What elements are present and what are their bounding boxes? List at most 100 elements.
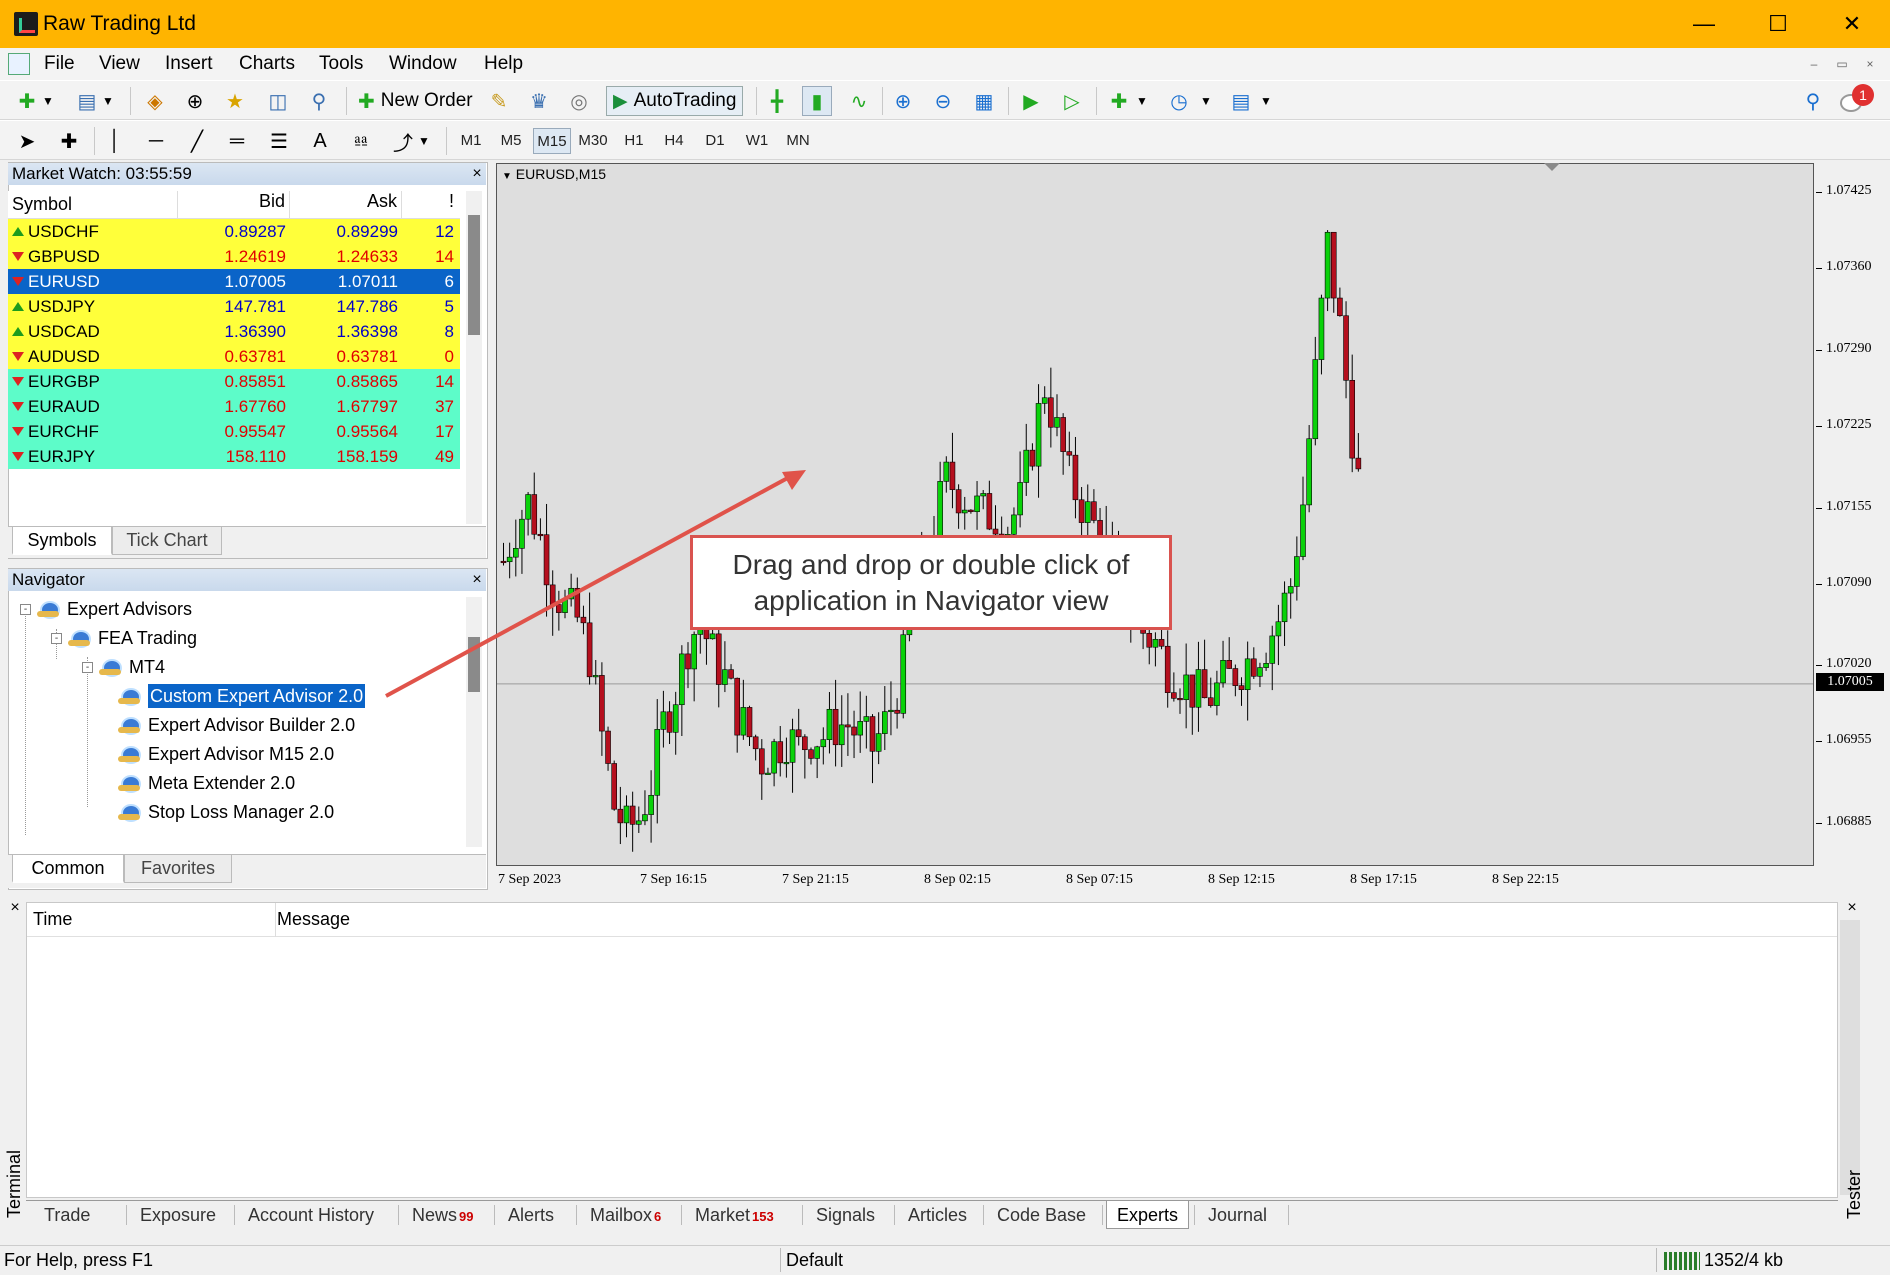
horizontal-line-icon[interactable]: ─ bbox=[141, 126, 171, 156]
periods-dropdown-icon[interactable]: ▼ bbox=[1198, 86, 1214, 116]
terminal-tab[interactable]: Alerts bbox=[498, 1201, 564, 1229]
indicators-dropdown-icon[interactable]: ▼ bbox=[1134, 86, 1150, 116]
terminal-tab[interactable]: Exposure bbox=[130, 1201, 226, 1229]
autotrading-button[interactable]: ▶ AutoTrading bbox=[606, 86, 744, 116]
mdi-minimize-button[interactable]: – bbox=[1803, 54, 1825, 74]
terminal-tab[interactable]: Experts bbox=[1106, 1201, 1190, 1229]
fibonacci-icon[interactable]: ☰ bbox=[264, 126, 294, 156]
column-symbol[interactable]: Symbol bbox=[8, 191, 178, 218]
profiles-dropdown-icon[interactable]: ▼ bbox=[100, 86, 116, 116]
zoom-out-icon[interactable]: ⊖ bbox=[928, 86, 958, 116]
market-watch-row[interactable]: EURAUD 1.67760 1.67797 37 bbox=[8, 394, 460, 419]
market-watch-close-button[interactable]: × bbox=[468, 165, 486, 183]
vertical-line-icon[interactable]: │ bbox=[100, 126, 130, 156]
terminal-close-button[interactable]: × bbox=[6, 899, 24, 917]
market-watch-row[interactable]: GBPUSD 1.24619 1.24633 14 bbox=[8, 244, 460, 269]
column-message[interactable]: Message bbox=[277, 909, 350, 930]
market-watch-row[interactable]: USDCAD 1.36390 1.36398 8 bbox=[8, 319, 460, 344]
terminal-tab[interactable]: Account History bbox=[238, 1201, 384, 1229]
navigator-expert-item[interactable]: Custom Expert Advisor 2.0 bbox=[118, 683, 367, 709]
market-watch-row[interactable]: EURCHF 0.95547 0.95564 17 bbox=[8, 419, 460, 444]
terminal-tab[interactable]: Trade bbox=[34, 1201, 100, 1229]
new-chart-dropdown-icon[interactable]: ▼ bbox=[40, 86, 56, 116]
menu-view[interactable]: View bbox=[99, 53, 140, 75]
bar-chart-icon[interactable]: ╋ bbox=[762, 86, 792, 116]
crosshair-icon[interactable]: ✚ bbox=[54, 126, 84, 156]
tab-common[interactable]: Common bbox=[12, 855, 124, 883]
terminal-tab[interactable]: Mailbox 6 bbox=[580, 1201, 671, 1229]
terminal-scrollbar[interactable] bbox=[1840, 920, 1860, 1195]
connection-status-icon[interactable] bbox=[1664, 1252, 1700, 1270]
market-watch-row[interactable]: USDCHF 0.89287 0.89299 12 bbox=[8, 219, 460, 244]
navigator-folder[interactable]: - FEA Trading bbox=[51, 626, 197, 650]
tab-favorites[interactable]: Favorites bbox=[124, 855, 232, 883]
navigator-folder[interactable]: - Expert Advisors bbox=[20, 597, 192, 621]
mdi-restore-button[interactable]: ▭ bbox=[1831, 54, 1853, 74]
collapse-toggle-icon[interactable]: - bbox=[20, 603, 31, 615]
new-chart-icon[interactable]: ✚ bbox=[12, 86, 42, 116]
chart-shift-marker[interactable] bbox=[1544, 163, 1560, 171]
navigator-expert-item[interactable]: Meta Extender 2.0 bbox=[118, 771, 295, 795]
timeframe-h4[interactable]: H4 bbox=[659, 128, 689, 154]
zoom-in-icon[interactable]: ⊕ bbox=[888, 86, 918, 116]
equidistant-channel-icon[interactable]: ═ bbox=[222, 126, 252, 156]
navigator-folder[interactable]: - MT4 bbox=[82, 655, 165, 679]
minimize-button[interactable]: — bbox=[1667, 0, 1741, 48]
candlesticks-icon[interactable]: ▮ bbox=[802, 86, 832, 116]
close-window-button[interactable]: ✕ bbox=[1815, 0, 1889, 48]
market-watch-icon[interactable]: ◈ bbox=[140, 86, 170, 116]
navigator-expert-item[interactable]: Expert Advisor Builder 2.0 bbox=[118, 713, 355, 737]
timeframe-h1[interactable]: H1 bbox=[619, 128, 649, 154]
tab-tick-chart[interactable]: Tick Chart bbox=[112, 527, 222, 555]
metaeditor-icon[interactable]: ✎ bbox=[484, 86, 514, 116]
column-ask[interactable]: Ask bbox=[290, 191, 402, 218]
vps-icon[interactable]: ◎ bbox=[564, 86, 594, 116]
text-icon[interactable]: A bbox=[305, 126, 335, 156]
notifications-button[interactable]: 1 bbox=[1840, 84, 1874, 116]
menu-help[interactable]: Help bbox=[484, 53, 523, 75]
tester-close-button[interactable]: × bbox=[1843, 899, 1861, 917]
cursor-icon[interactable]: ➤ bbox=[12, 126, 42, 156]
auto-scroll-icon[interactable]: ▷ bbox=[1057, 86, 1087, 116]
navigator-expert-item[interactable]: Expert Advisor M15 2.0 bbox=[118, 742, 334, 766]
terminal-tab[interactable]: News 99 bbox=[402, 1201, 483, 1229]
terminal-tab[interactable]: Code Base bbox=[987, 1201, 1096, 1229]
navigator-expert-item[interactable]: Stop Loss Manager 2.0 bbox=[118, 800, 334, 824]
search-icon[interactable]: ⚲ bbox=[1798, 86, 1828, 116]
timeframe-m15[interactable]: M15 bbox=[533, 128, 571, 154]
terminal-tab[interactable]: Market 153 bbox=[685, 1201, 784, 1229]
maximize-button[interactable]: ☐ bbox=[1741, 0, 1815, 48]
templates-icon[interactable]: ▤ bbox=[1226, 86, 1256, 116]
text-label-icon[interactable]: ⎂ bbox=[346, 126, 376, 156]
mdi-chart-icon[interactable] bbox=[8, 53, 30, 75]
trendline-icon[interactable]: ╱ bbox=[182, 126, 212, 156]
market-watch-row[interactable]: EURUSD 1.07005 1.07011 6 bbox=[8, 269, 460, 294]
collapse-toggle-icon[interactable]: - bbox=[51, 632, 62, 644]
profiles-icon[interactable]: ▤ bbox=[72, 86, 102, 116]
terminal-tab[interactable]: Articles bbox=[898, 1201, 977, 1229]
menu-window[interactable]: Window bbox=[389, 53, 457, 75]
templates-dropdown-icon[interactable]: ▼ bbox=[1258, 86, 1274, 116]
timeframe-m5[interactable]: M5 bbox=[496, 128, 526, 154]
data-window-icon[interactable]: ⊕ bbox=[180, 86, 210, 116]
collapse-toggle-icon[interactable]: - bbox=[82, 661, 93, 673]
timeframe-m30[interactable]: M30 bbox=[574, 128, 612, 154]
terminal-tab[interactable]: Journal bbox=[1198, 1201, 1277, 1229]
line-chart-icon[interactable]: ∿ bbox=[844, 86, 874, 116]
tab-symbols[interactable]: Symbols bbox=[12, 527, 112, 555]
tester-side-label[interactable]: Tester bbox=[1844, 1170, 1865, 1219]
scrollbar-thumb[interactable] bbox=[468, 215, 480, 335]
terminal-tab[interactable]: Signals bbox=[806, 1201, 885, 1229]
periods-icon[interactable]: ◷ bbox=[1164, 86, 1194, 116]
strategy-tester-icon[interactable]: ⚲ bbox=[304, 86, 334, 116]
chart-shift-icon[interactable]: ▶ bbox=[1016, 86, 1046, 116]
tile-windows-icon[interactable]: ▦ bbox=[969, 86, 999, 116]
column-spread[interactable]: ! bbox=[402, 191, 460, 218]
menu-insert[interactable]: Insert bbox=[165, 53, 213, 75]
timeframe-w1[interactable]: W1 bbox=[742, 128, 772, 154]
timeframe-mn[interactable]: MN bbox=[780, 128, 816, 154]
arrows-icon[interactable]: ⤴ bbox=[388, 126, 418, 156]
navigator-icon[interactable]: ★ bbox=[220, 86, 250, 116]
indicators-icon[interactable]: ✚ bbox=[1104, 86, 1134, 116]
terminal-icon[interactable]: ◫ bbox=[263, 86, 293, 116]
